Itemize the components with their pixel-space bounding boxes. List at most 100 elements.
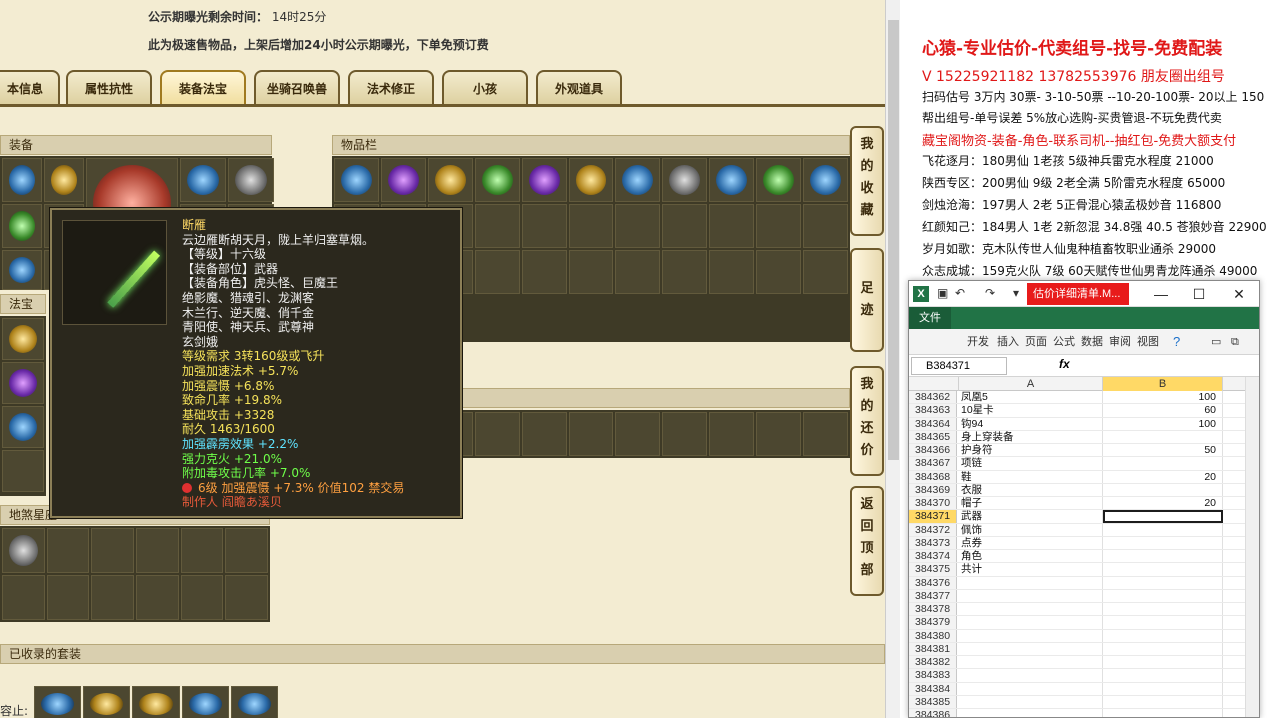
row-number[interactable]: 384363	[909, 404, 957, 417]
cell-b[interactable]	[1103, 457, 1223, 470]
cell-a[interactable]	[959, 576, 1103, 589]
row-number[interactable]: 384372	[909, 523, 957, 536]
cell-b[interactable]: 50	[1103, 444, 1223, 457]
cell-a[interactable]	[959, 616, 1103, 629]
cell-a[interactable]: 帽子	[959, 497, 1103, 510]
row-number[interactable]: 384384	[909, 682, 957, 695]
ribbon-tab-formula[interactable]: 公式	[1051, 333, 1077, 351]
row-number[interactable]: 384376	[909, 576, 957, 589]
cell-b[interactable]: 60	[1103, 404, 1223, 417]
cell-a[interactable]	[959, 629, 1103, 642]
cell-b[interactable]	[1103, 616, 1223, 629]
inventory-slot[interactable]	[756, 412, 802, 456]
ribbon-tab-insert[interactable]: 插入	[995, 333, 1021, 351]
cell-a[interactable]: 10星卡	[959, 404, 1103, 417]
save-icon[interactable]: ▣	[937, 286, 948, 300]
inventory-slot[interactable]	[615, 412, 661, 456]
cell-b[interactable]	[1103, 589, 1223, 602]
column-header-b[interactable]: B	[1103, 377, 1223, 391]
inventory-slot[interactable]	[568, 158, 614, 202]
help-icon[interactable]: ?	[1171, 333, 1182, 351]
suit-slot[interactable]	[132, 686, 180, 718]
cell-b[interactable]: 100	[1103, 417, 1223, 430]
cell-a[interactable]: 凤凰5	[959, 391, 1103, 404]
ribbon-tab-page[interactable]: 页面	[1023, 333, 1049, 351]
constellation-slot[interactable]	[2, 575, 45, 620]
cell-b[interactable]: 20	[1103, 470, 1223, 483]
cell-a[interactable]: 武器	[959, 510, 1103, 523]
inventory-slot[interactable]	[709, 250, 755, 294]
minimize-icon[interactable]: —	[1149, 284, 1173, 304]
my-offer-button[interactable]: 我的还价	[850, 366, 884, 476]
fabao-slot[interactable]	[2, 406, 44, 448]
constellation-slot[interactable]	[225, 575, 268, 620]
footprint-button[interactable]: 足迹	[850, 248, 884, 352]
row-number[interactable]: 384381	[909, 642, 957, 655]
cell-a[interactable]	[959, 589, 1103, 602]
inventory-slot[interactable]	[380, 158, 426, 202]
cell-a[interactable]: 佩饰	[959, 523, 1103, 536]
row-number[interactable]: 384378	[909, 603, 957, 616]
ribbon-restore-icon[interactable]: ⧉	[1229, 333, 1241, 351]
sheet-scrollbar[interactable]	[1245, 377, 1259, 717]
inventory-slot[interactable]	[803, 412, 848, 456]
favorite-button[interactable]: 我的收藏	[850, 126, 884, 236]
tab-resist[interactable]: 属性抗性	[66, 70, 152, 106]
tab-spell-correction[interactable]: 法术修正	[348, 70, 434, 106]
cell-a[interactable]	[959, 656, 1103, 669]
row-number[interactable]: 384383	[909, 669, 957, 682]
cell-a[interactable]: 项链	[959, 457, 1103, 470]
inventory-slot[interactable]	[521, 250, 567, 294]
cell-b[interactable]	[1103, 430, 1223, 443]
constellation-slot[interactable]	[225, 528, 268, 573]
cell-b[interactable]	[1103, 483, 1223, 496]
cell-b[interactable]: 20	[1103, 497, 1223, 510]
cell-b[interactable]	[1103, 576, 1223, 589]
cell-b[interactable]	[1103, 682, 1223, 695]
constellation-slot[interactable]	[180, 575, 224, 620]
inventory-slot[interactable]	[615, 204, 661, 248]
inventory-slot[interactable]	[568, 412, 614, 456]
column-header-a[interactable]: A	[959, 377, 1103, 391]
row-number[interactable]: 384371	[909, 510, 957, 523]
corner-cell[interactable]	[909, 377, 959, 391]
row-number[interactable]: 384365	[909, 430, 957, 443]
inventory-slot[interactable]	[756, 250, 802, 294]
cell-a[interactable]: 钩94	[959, 417, 1103, 430]
row-number[interactable]: 384367	[909, 457, 957, 470]
suit-slot[interactable]	[34, 686, 82, 718]
row-number[interactable]: 384369	[909, 483, 957, 496]
close-icon[interactable]: ✕	[1227, 284, 1251, 304]
inventory-slot[interactable]	[474, 158, 520, 202]
cell-a[interactable]	[959, 669, 1103, 682]
ribbon-tab-file[interactable]: 文件	[909, 307, 951, 329]
inventory-slot[interactable]	[756, 204, 802, 248]
ribbon-tab-review[interactable]: 审阅	[1107, 333, 1133, 351]
constellation-slot[interactable]	[91, 528, 134, 573]
tab-basic-info[interactable]: 本信息	[0, 70, 60, 106]
cell-b[interactable]	[1103, 550, 1223, 563]
cell-b[interactable]	[1103, 523, 1223, 536]
maximize-icon[interactable]: ☐	[1187, 284, 1211, 304]
row-number[interactable]: 384374	[909, 550, 957, 563]
scrollbar-thumb[interactable]	[888, 20, 899, 460]
cell-a[interactable]: 护身符	[959, 444, 1103, 457]
tab-appearance[interactable]: 外观道具	[536, 70, 622, 106]
inventory-slot[interactable]	[756, 158, 802, 202]
cell-a[interactable]	[959, 603, 1103, 616]
inventory-slot[interactable]	[662, 250, 708, 294]
row-number[interactable]: 384368	[909, 470, 957, 483]
constellation-slot[interactable]	[136, 575, 179, 620]
page-scrollbar[interactable]	[885, 0, 900, 718]
equip-slot[interactable]	[228, 158, 274, 202]
cell-b[interactable]	[1103, 656, 1223, 669]
inventory-slot[interactable]	[474, 204, 520, 248]
cell-b[interactable]	[1103, 642, 1223, 655]
constellation-slot[interactable]	[2, 528, 45, 573]
cell-b[interactable]: 100	[1103, 391, 1223, 404]
inventory-slot[interactable]	[803, 158, 848, 202]
constellation-slot[interactable]	[136, 528, 179, 573]
row-number[interactable]: 384375	[909, 563, 957, 576]
name-box[interactable]: B384371	[911, 357, 1007, 375]
customize-qa-icon[interactable]: ▾	[1013, 286, 1019, 300]
